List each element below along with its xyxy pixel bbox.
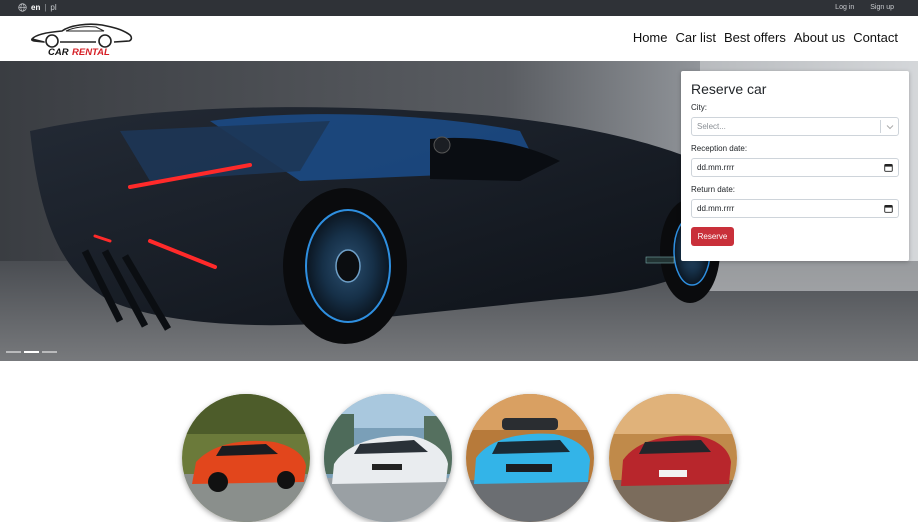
main-nav: Home Car list Best offers About us Conta… — [633, 30, 898, 45]
featured-car-2[interactable] — [324, 394, 452, 522]
reserve-car-form: Reserve car City: Select... Reception da… — [681, 71, 909, 261]
city-select-value: Select... — [697, 122, 726, 131]
featured-cars — [0, 394, 918, 522]
top-bar: en | pl Log in Sign up — [0, 0, 918, 16]
nav-contact[interactable]: Contact — [853, 30, 898, 45]
car-photo-3-icon — [466, 394, 594, 522]
return-date-label: Return date: — [691, 185, 736, 194]
globe-icon — [18, 3, 27, 12]
reception-date-input[interactable]: dd.mm.rrrr — [691, 158, 899, 177]
featured-car-4[interactable] — [609, 394, 737, 522]
reception-date-label: Reception date: — [691, 144, 748, 153]
reserve-title: Reserve car — [691, 81, 767, 97]
car-photo-4-icon — [609, 394, 737, 522]
carousel-indicator-2[interactable] — [24, 351, 39, 353]
car-photo-2-icon — [324, 394, 452, 522]
language-en[interactable]: en — [31, 3, 40, 12]
car-rental-logo[interactable]: CAR RENTAL — [30, 19, 134, 57]
reception-date-value: dd.mm.rrrr — [697, 163, 735, 172]
logo-text-car: CAR — [48, 47, 69, 57]
city-select[interactable]: Select... — [691, 117, 899, 136]
carousel-indicator-3[interactable] — [42, 351, 57, 353]
login-link[interactable]: Log in — [835, 4, 854, 11]
carousel-indicators — [6, 351, 57, 353]
nav-about-us[interactable]: About us — [794, 30, 845, 45]
carousel-indicator-1[interactable] — [6, 351, 21, 353]
featured-car-1[interactable] — [182, 394, 310, 522]
calendar-icon[interactable] — [884, 163, 893, 172]
car-photo-1-icon — [182, 394, 310, 522]
nav-home[interactable]: Home — [633, 30, 668, 45]
featured-car-3[interactable] — [466, 394, 594, 522]
calendar-icon[interactable] — [884, 204, 893, 213]
nav-best-offers[interactable]: Best offers — [724, 30, 786, 45]
language-switcher: en | pl — [18, 3, 57, 12]
chevron-down-icon[interactable] — [880, 120, 898, 133]
site-header: CAR RENTAL Home Car list Best offers Abo… — [0, 16, 918, 61]
city-label: City: — [691, 103, 707, 112]
language-pl[interactable]: pl — [50, 3, 56, 12]
reserve-button[interactable]: Reserve — [691, 227, 734, 246]
return-date-input[interactable]: dd.mm.rrrr — [691, 199, 899, 218]
auth-links: Log in Sign up — [835, 4, 894, 11]
return-date-value: dd.mm.rrrr — [697, 204, 735, 213]
signup-link[interactable]: Sign up — [870, 4, 894, 11]
language-separator: | — [44, 3, 47, 12]
nav-car-list[interactable]: Car list — [676, 30, 716, 45]
logo-text-rental: RENTAL — [72, 47, 110, 57]
